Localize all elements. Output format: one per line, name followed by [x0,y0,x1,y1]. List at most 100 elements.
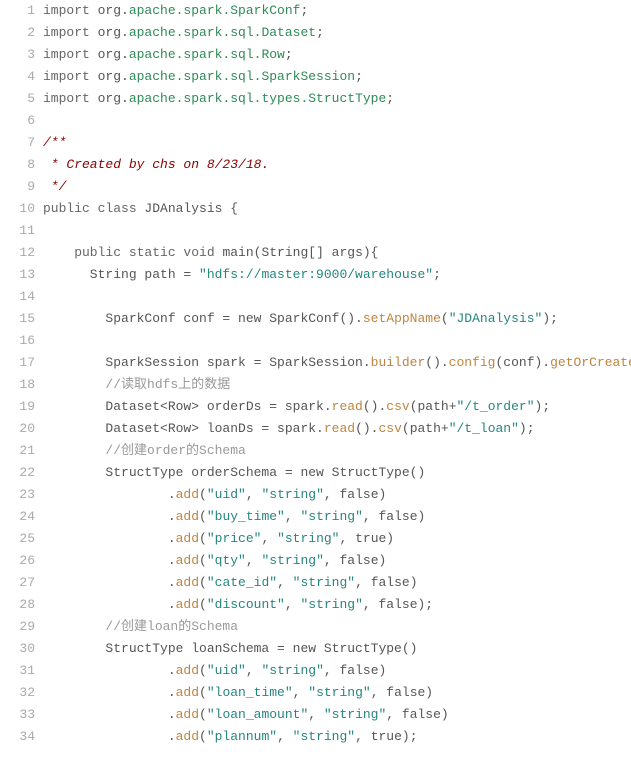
line-number: 22 [0,462,35,484]
code-line[interactable]: import org.apache.spark.sql.Row; [43,44,631,66]
code-line[interactable]: /** [43,132,631,154]
code-line[interactable]: public static void main(String[] args){ [43,242,631,264]
token-pkg: apache.spark.sql.Row [129,47,285,62]
line-number: 26 [0,550,35,572]
code-line[interactable]: .add("uid", "string", false) [43,484,631,506]
token-cmt: //创建order的Schema [105,443,245,458]
code-line[interactable] [43,110,631,132]
token-sym: org [98,25,121,40]
token-sym: , [246,487,262,502]
token-kw: import [43,69,98,84]
token-str: "loan_time" [207,685,293,700]
token-sym: SparkSession spark = SparkSession. [43,355,371,370]
line-number: 7 [0,132,35,154]
code-line[interactable]: //创建order的Schema [43,440,631,462]
code-line[interactable]: .add("discount", "string", false); [43,594,631,616]
token-sym: (path+ [402,421,449,436]
code-line[interactable]: .add("qty", "string", false) [43,550,631,572]
token-str: "string" [261,487,323,502]
token-str: "buy_time" [207,509,285,524]
token-str: "string" [300,509,362,524]
token-doc: /** [43,135,66,150]
token-kw: public class [43,201,144,216]
token-pkg: apache.spark.sql.types.StructType [129,91,386,106]
code-line[interactable]: import org.apache.spark.sql.SparkSession… [43,66,631,88]
code-line[interactable]: .add("uid", "string", false) [43,660,631,682]
line-number: 5 [0,88,35,110]
token-mth: add [176,509,199,524]
line-number: 19 [0,396,35,418]
code-content[interactable]: import org.apache.spark.SparkConf;import… [43,0,631,748]
code-line[interactable]: StructType loanSchema = new StructType() [43,638,631,660]
code-line[interactable]: Dataset<Row> loanDs = spark.read().csv(p… [43,418,631,440]
line-number: 4 [0,66,35,88]
token-str: "JDAnalysis" [449,311,543,326]
token-kw: import [43,25,98,40]
token-sym: . [121,25,129,40]
code-line[interactable]: .add("loan_amount", "string", false) [43,704,631,726]
token-mth: add [176,685,199,700]
code-line[interactable]: .add("plannum", "string", true); [43,726,631,748]
code-line[interactable]: public class JDAnalysis { [43,198,631,220]
token-str: "/t_order" [457,399,535,414]
token-mth: add [176,575,199,590]
line-number: 34 [0,726,35,748]
token-sym: JDAnalysis [144,201,230,216]
token-sym: . [43,487,176,502]
code-line[interactable] [43,220,631,242]
token-sym: , false); [363,597,433,612]
code-line[interactable]: String path = "hdfs://master:9000/wareho… [43,264,631,286]
token-str: "string" [293,575,355,590]
code-line[interactable]: StructType orderSchema = new StructType(… [43,462,631,484]
code-line[interactable]: import org.apache.spark.SparkConf; [43,0,631,22]
token-sym: ( [199,575,207,590]
code-line[interactable]: SparkConf conf = new SparkConf().setAppN… [43,308,631,330]
code-line[interactable]: */ [43,176,631,198]
code-line[interactable]: SparkSession spark = SparkSession.builde… [43,352,631,374]
token-sym [43,619,105,634]
token-str: "string" [300,597,362,612]
code-line[interactable] [43,286,631,308]
token-sym: ; [433,267,441,282]
token-sym: ( [199,553,207,568]
token-str: "price" [207,531,262,546]
token-sym: main [222,245,253,260]
token-sym: Dataset<Row> orderDs = spark. [43,399,332,414]
code-line[interactable]: //读取hdfs上的数据 [43,374,631,396]
line-number: 18 [0,374,35,396]
code-line[interactable]: .add("buy_time", "string", false) [43,506,631,528]
line-number: 23 [0,484,35,506]
token-str: "string" [293,729,355,744]
token-sym: . [43,707,176,722]
token-kw: import [43,3,98,18]
token-str: "plannum" [207,729,277,744]
token-sym: (). [363,399,386,414]
code-line[interactable]: .add("price", "string", true) [43,528,631,550]
token-mth: add [176,707,199,722]
line-number: 30 [0,638,35,660]
token-sym: . [43,575,176,590]
token-sym [43,443,105,458]
token-str: "string" [261,553,323,568]
token-sym: . [121,3,129,18]
token-sym: , false) [324,663,386,678]
token-sym: org [98,3,121,18]
token-str: "qty" [207,553,246,568]
code-line[interactable]: * Created by chs on 8/23/18. [43,154,631,176]
line-number: 28 [0,594,35,616]
line-number: 13 [0,264,35,286]
code-line[interactable] [43,330,631,352]
token-sym: (). [355,421,378,436]
code-line[interactable]: .add("loan_time", "string", false) [43,682,631,704]
code-line[interactable]: //创建loan的Schema [43,616,631,638]
token-sym: , [246,663,262,678]
token-sym: org [98,69,121,84]
line-number: 10 [0,198,35,220]
code-line[interactable]: import org.apache.spark.sql.types.Struct… [43,88,631,110]
code-line[interactable]: import org.apache.spark.sql.Dataset; [43,22,631,44]
line-number: 24 [0,506,35,528]
token-sym: . [121,69,129,84]
code-line[interactable]: Dataset<Row> orderDs = spark.read().csv(… [43,396,631,418]
token-sym: . [121,91,129,106]
code-line[interactable]: .add("cate_id", "string", false) [43,572,631,594]
